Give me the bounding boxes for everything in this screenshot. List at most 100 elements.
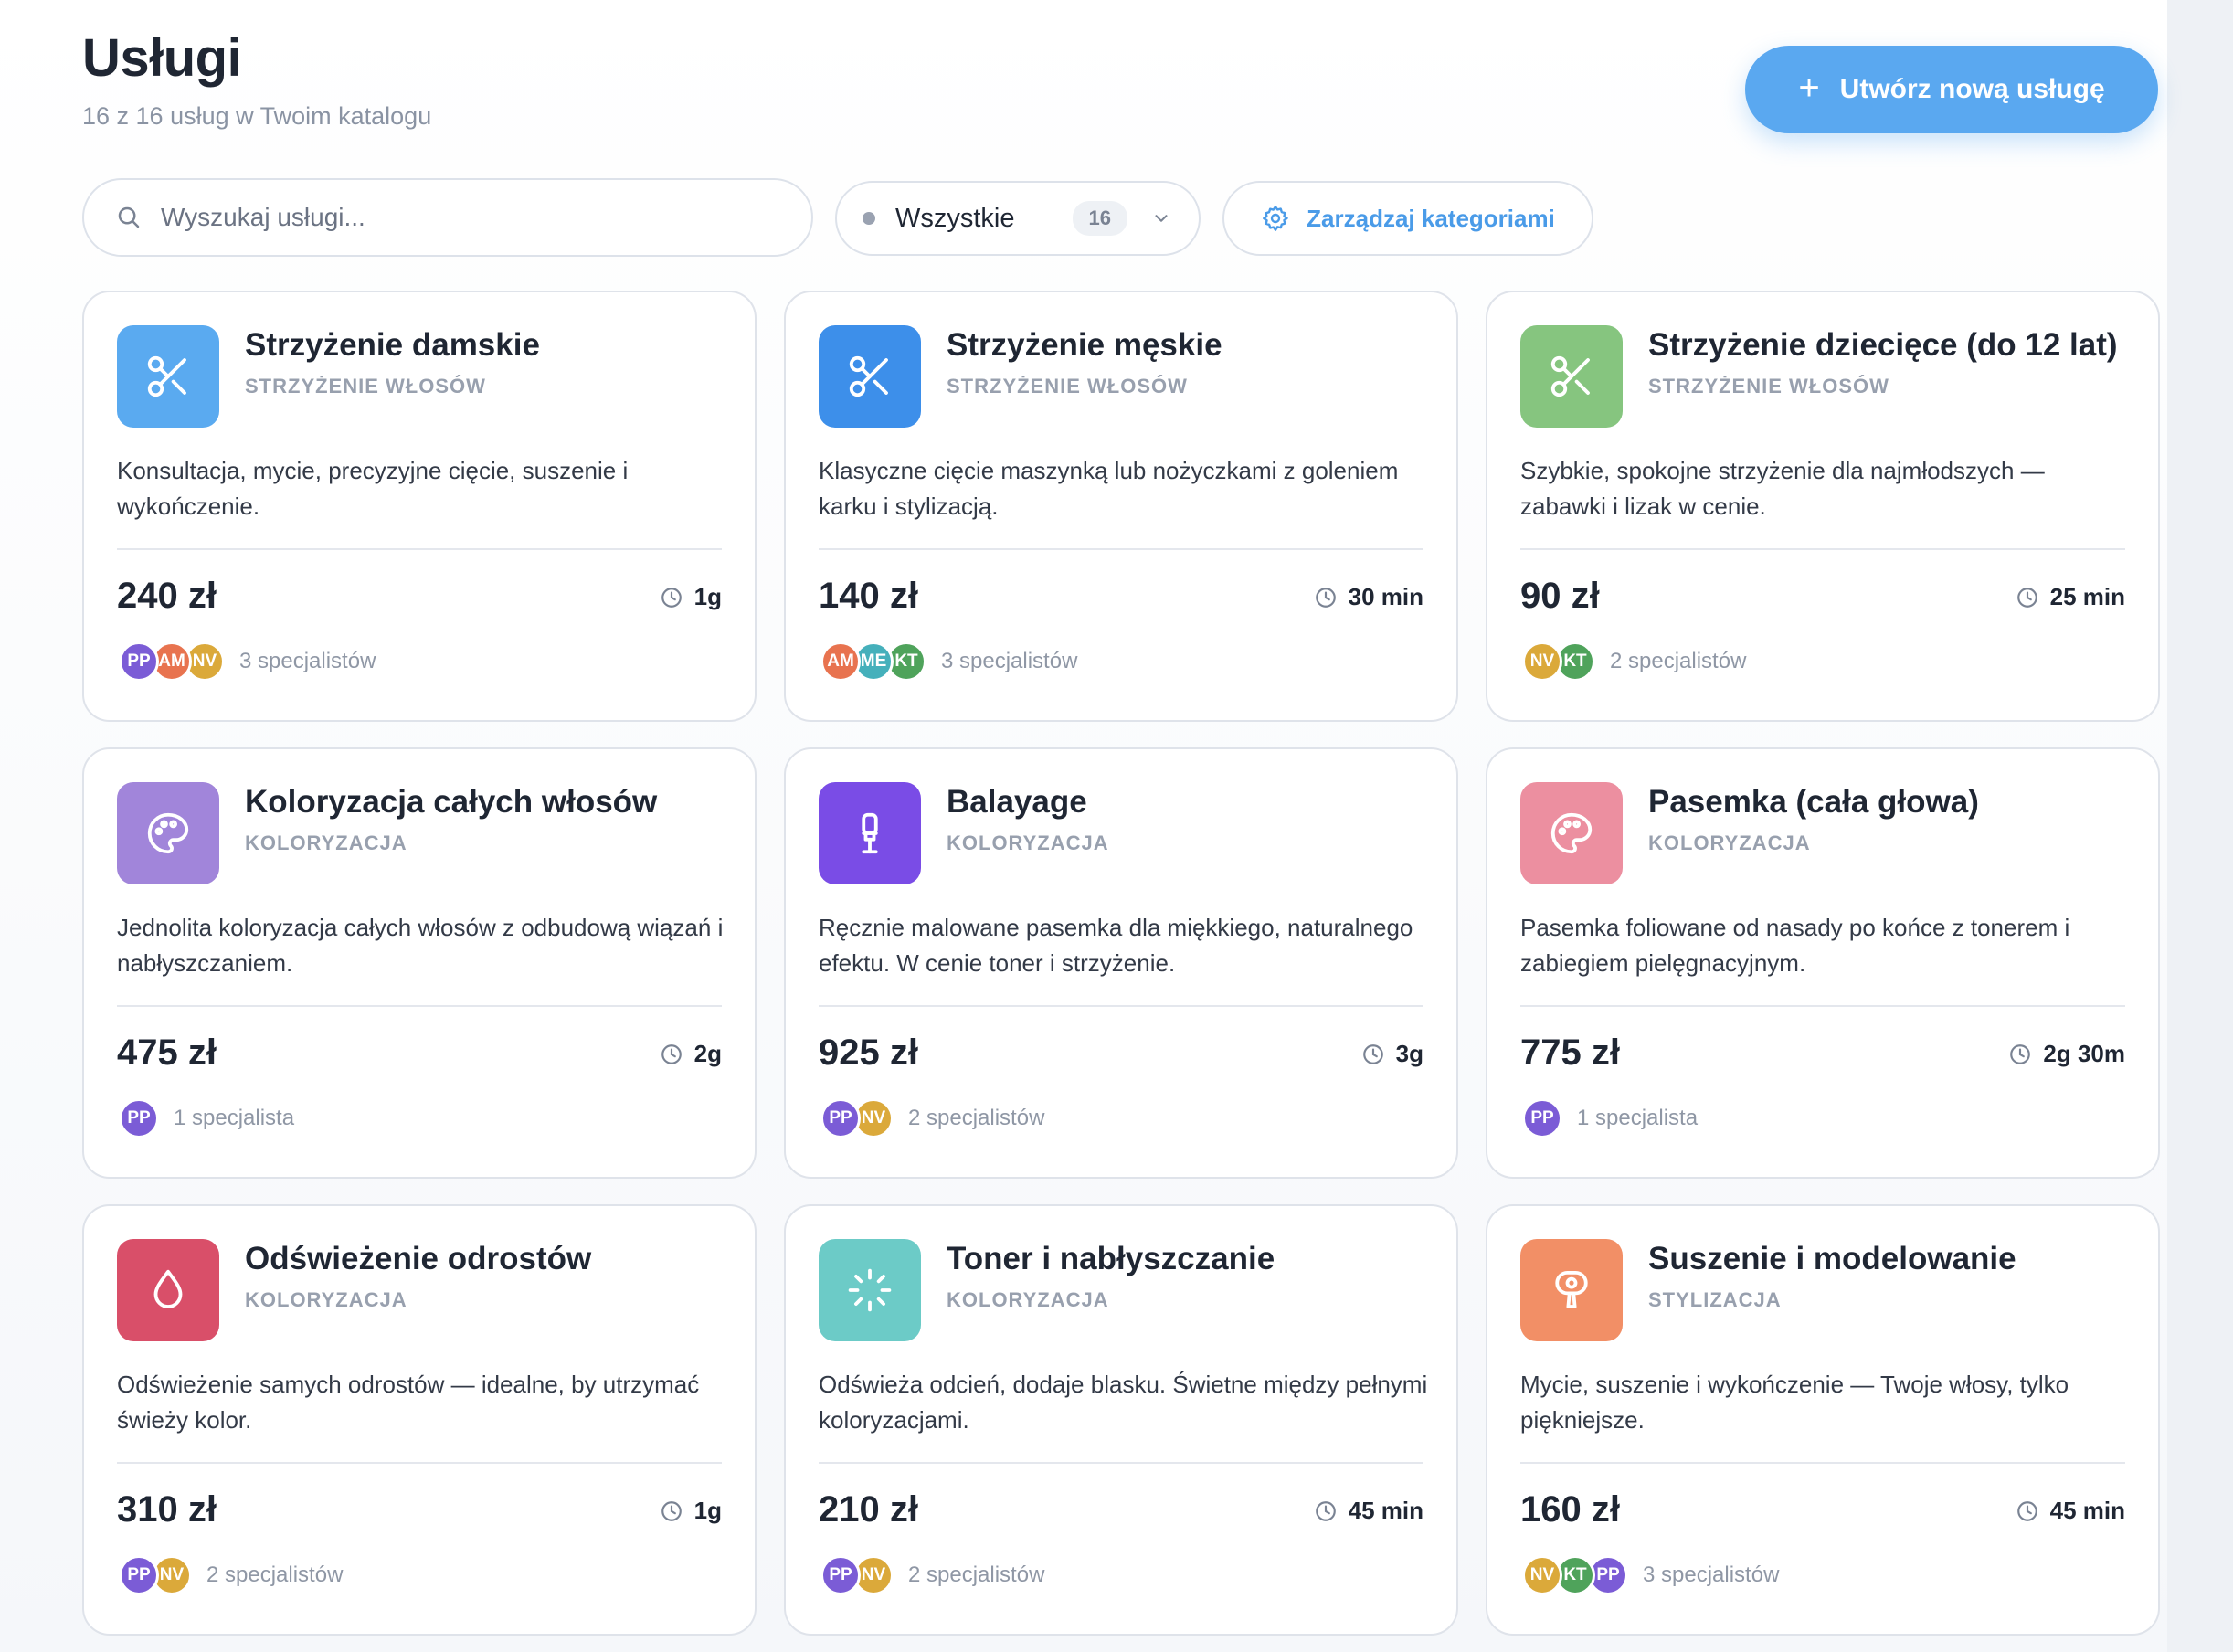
clock-icon: [661, 587, 682, 608]
card-divider: [117, 1005, 722, 1007]
duration-text: 2g 30m: [2043, 1040, 2125, 1067]
clock-icon: [1362, 1043, 1383, 1064]
specialists-count: 3 specjalistów: [1643, 1562, 1780, 1587]
service-icon-tile: [819, 325, 921, 428]
service-card[interactable]: Suszenie i modelowanie Stylizacja Mycie, s…: [1486, 1204, 2160, 1636]
scrollbar-track[interactable]: [2167, 0, 2233, 1652]
specialist-avatar[interactable]: PP: [119, 641, 159, 682]
specialist-avatar[interactable]: AM: [820, 641, 861, 682]
service-card[interactable]: Odświeżenie odrostów Koloryzacja Odświeżen…: [82, 1204, 757, 1636]
card-divider: [1520, 1005, 2125, 1007]
create-service-button[interactable]: + Utwórz nową usługę: [1745, 46, 2158, 133]
card-divider: [1520, 1462, 2125, 1464]
service-category: Strzyżenie włosów: [245, 375, 486, 397]
category-filter-dropdown[interactable]: Wszystkie 16: [835, 181, 1201, 256]
service-card[interactable]: Koloryzacja całych włosów Koloryzacja Jedn…: [82, 747, 757, 1179]
service-card[interactable]: Pasemka (cała głowa) Koloryzacja Pasemka f…: [1486, 747, 2160, 1179]
service-name[interactable]: Suszenie i modelowanie: [1648, 1241, 2016, 1277]
specialist-avatars: PP NV: [820, 1098, 894, 1138]
specialists-count: 2 specjalistów: [908, 1562, 1045, 1587]
specialist-avatars: PP NV: [119, 1555, 192, 1595]
duration-text: 45 min: [2049, 1497, 2125, 1524]
chevron-down-icon: [1155, 215, 1168, 222]
specialist-avatar[interactable]: PP: [1522, 1098, 1562, 1138]
scissors-icon: [147, 355, 186, 397]
specialist-avatar[interactable]: NV: [1522, 1555, 1562, 1595]
clock-icon: [661, 1500, 682, 1521]
scissors-icon: [1550, 355, 1590, 397]
service-price: 310 zł: [117, 1489, 217, 1530]
specialist-avatars: NV KT PP: [1522, 1555, 1628, 1595]
service-price: 240 zł: [117, 576, 217, 616]
specialist-avatar[interactable]: PP: [119, 1555, 159, 1595]
search-box[interactable]: [82, 178, 813, 257]
service-name[interactable]: Balayage: [947, 784, 1087, 821]
specialists-count: 3 specjalistów: [239, 649, 376, 673]
clock-icon: [1315, 1500, 1336, 1521]
service-description: Pasemka foliowane od nasady po końce z t…: [1520, 914, 2070, 977]
service-name[interactable]: Koloryzacja całych włosów: [245, 784, 657, 821]
service-card[interactable]: Strzyżenie dziecięce (do 12 lat) Strzyżen…: [1486, 291, 2160, 722]
service-description: Szybkie, spokojne strzyżenie dla najmłod…: [1520, 457, 2045, 520]
service-duration: 3g: [1361, 1040, 1423, 1068]
specialist-avatars: PP: [1522, 1098, 1562, 1138]
service-name[interactable]: Toner i nabłyszczanie: [947, 1241, 1275, 1277]
service-icon-tile: [117, 782, 219, 884]
service-price: 160 zł: [1520, 1489, 1620, 1530]
service-category: Strzyżenie włosów: [1648, 375, 1889, 397]
specialists-count: 2 specjalistów: [1610, 649, 1747, 673]
service-price: 475 zł: [117, 1032, 217, 1073]
service-name[interactable]: Strzyżenie dziecięce (do 12 lat): [1648, 327, 2118, 364]
filter-dot-icon: [863, 212, 875, 225]
clock-icon: [2010, 1043, 2031, 1064]
manage-categories-label: Zarządzaj kategoriami: [1307, 204, 1555, 232]
service-description: Odświeżenie samych odrostów — idealne, b…: [117, 1371, 700, 1434]
service-icon-tile: [819, 782, 921, 884]
service-name[interactable]: Pasemka (cała głowa): [1648, 784, 1979, 821]
specialist-avatar[interactable]: PP: [820, 1098, 861, 1138]
palette-icon: [1550, 812, 1593, 854]
service-card[interactable]: Strzyżenie damskie Strzyżenie włosów Konsu…: [82, 291, 757, 722]
hair-dryer-icon: [1555, 1270, 1588, 1308]
duration-text: 30 min: [1348, 583, 1423, 610]
specialist-avatars: PP AM NV: [119, 641, 225, 682]
service-category: Koloryzacja: [245, 1288, 407, 1311]
service-card[interactable]: Toner i nabłyszczanie Koloryzacja Odświeża…: [784, 1204, 1458, 1636]
card-divider: [819, 1462, 1423, 1464]
gear-icon: [1263, 206, 1288, 231]
service-description: Klasyczne cięcie maszynką lub nożyczkami…: [819, 457, 1399, 520]
service-card[interactable]: Balayage Koloryzacja Ręcznie malowane pase…: [784, 747, 1458, 1179]
clock-icon: [2016, 1500, 2037, 1521]
service-category: Koloryzacja: [947, 831, 1109, 854]
specialist-avatar[interactable]: NV: [1522, 641, 1562, 682]
duration-text: 25 min: [2049, 583, 2125, 610]
service-card[interactable]: Strzyżenie męskie Strzyżenie włosów Klasyc…: [784, 291, 1458, 722]
specialist-avatars: NV KT: [1522, 641, 1595, 682]
scissors-icon: [849, 355, 888, 397]
search-icon: [118, 206, 140, 228]
service-duration: 1g: [660, 583, 722, 611]
card-divider: [819, 548, 1423, 550]
specialist-avatar[interactable]: PP: [820, 1555, 861, 1595]
service-name[interactable]: Strzyżenie męskie: [947, 327, 1222, 364]
service-description: Konsultacja, mycie, precyzyjne cięcie, s…: [117, 457, 629, 520]
service-icon-tile: [117, 325, 219, 428]
manage-categories-button[interactable]: Zarządzaj kategoriami: [1222, 181, 1593, 256]
search-input[interactable]: [161, 203, 746, 232]
specialists-count: 1 specjalista: [174, 1106, 295, 1130]
clock-icon: [661, 1043, 682, 1064]
service-duration: 45 min: [2016, 1497, 2125, 1525]
service-duration: 1g: [660, 1497, 722, 1525]
service-duration: 2g 30m: [2008, 1040, 2125, 1068]
plus-icon: +: [1798, 68, 1820, 108]
service-category: Strzyżenie włosów: [947, 375, 1188, 397]
service-name[interactable]: Strzyżenie damskie: [245, 327, 540, 364]
service-category: Koloryzacja: [1648, 831, 1811, 854]
service-price: 140 zł: [819, 576, 918, 616]
specialists-count: 1 specjalista: [1577, 1106, 1699, 1130]
page-subtitle: 16 z 16 usług w Twoim katalogu: [82, 102, 432, 130]
specialist-avatar[interactable]: PP: [119, 1098, 159, 1138]
service-name[interactable]: Odświeżenie odrostów: [245, 1241, 591, 1277]
clock-icon: [2016, 587, 2037, 608]
specialist-avatars: PP: [119, 1098, 159, 1138]
